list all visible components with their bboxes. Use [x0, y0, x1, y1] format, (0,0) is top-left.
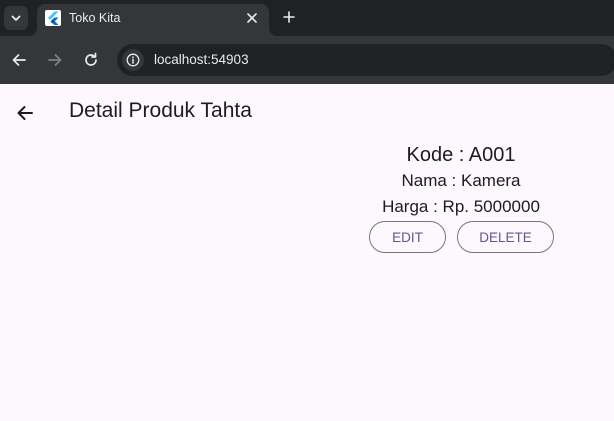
- tab-strip: Toko Kita: [0, 0, 614, 36]
- browser-window: Toko Kita localhost:54903 Detail Produk …: [0, 0, 614, 421]
- browser-toolbar: localhost:54903: [0, 36, 614, 84]
- arrow-back-icon: [17, 106, 33, 120]
- url-text: localhost:54903: [154, 52, 249, 67]
- product-price: Harga : Rp. 5000000: [382, 197, 540, 216]
- app-page: Detail Produk Tahta Kode : A001 Nama : K…: [0, 84, 614, 421]
- chevron-down-icon: [11, 15, 21, 21]
- reload-icon: [85, 52, 97, 66]
- close-tab-button[interactable]: [243, 9, 261, 27]
- address-bar[interactable]: localhost:54903: [117, 44, 614, 76]
- site-info-button[interactable]: [122, 49, 144, 71]
- reload-button[interactable]: [79, 48, 103, 72]
- close-icon: [247, 13, 257, 23]
- tab-title: Toko Kita: [69, 11, 121, 25]
- new-tab-button[interactable]: [278, 6, 300, 28]
- back-button[interactable]: [7, 48, 31, 72]
- page-title: Detail Produk Tahta: [69, 99, 252, 122]
- back-arrow-icon: [12, 54, 26, 66]
- app-back-button[interactable]: [12, 100, 38, 126]
- browser-tab[interactable]: Toko Kita: [37, 4, 269, 36]
- delete-button[interactable]: DELETE: [457, 221, 554, 253]
- forward-button[interactable]: [43, 48, 67, 72]
- info-icon: [126, 53, 140, 67]
- product-detail: Kode : A001 Nama : Kamera Harga : Rp. 50…: [358, 142, 564, 220]
- app-bar: Detail Produk Tahta: [0, 84, 614, 140]
- product-code: Kode : A001: [406, 144, 516, 166]
- flutter-logo-icon: [45, 10, 61, 26]
- plus-icon: [283, 11, 295, 23]
- product-name: Nama : Kamera: [401, 171, 521, 190]
- edit-button[interactable]: EDIT: [369, 221, 446, 253]
- forward-arrow-icon: [48, 54, 62, 66]
- tab-list-button[interactable]: [4, 6, 28, 30]
